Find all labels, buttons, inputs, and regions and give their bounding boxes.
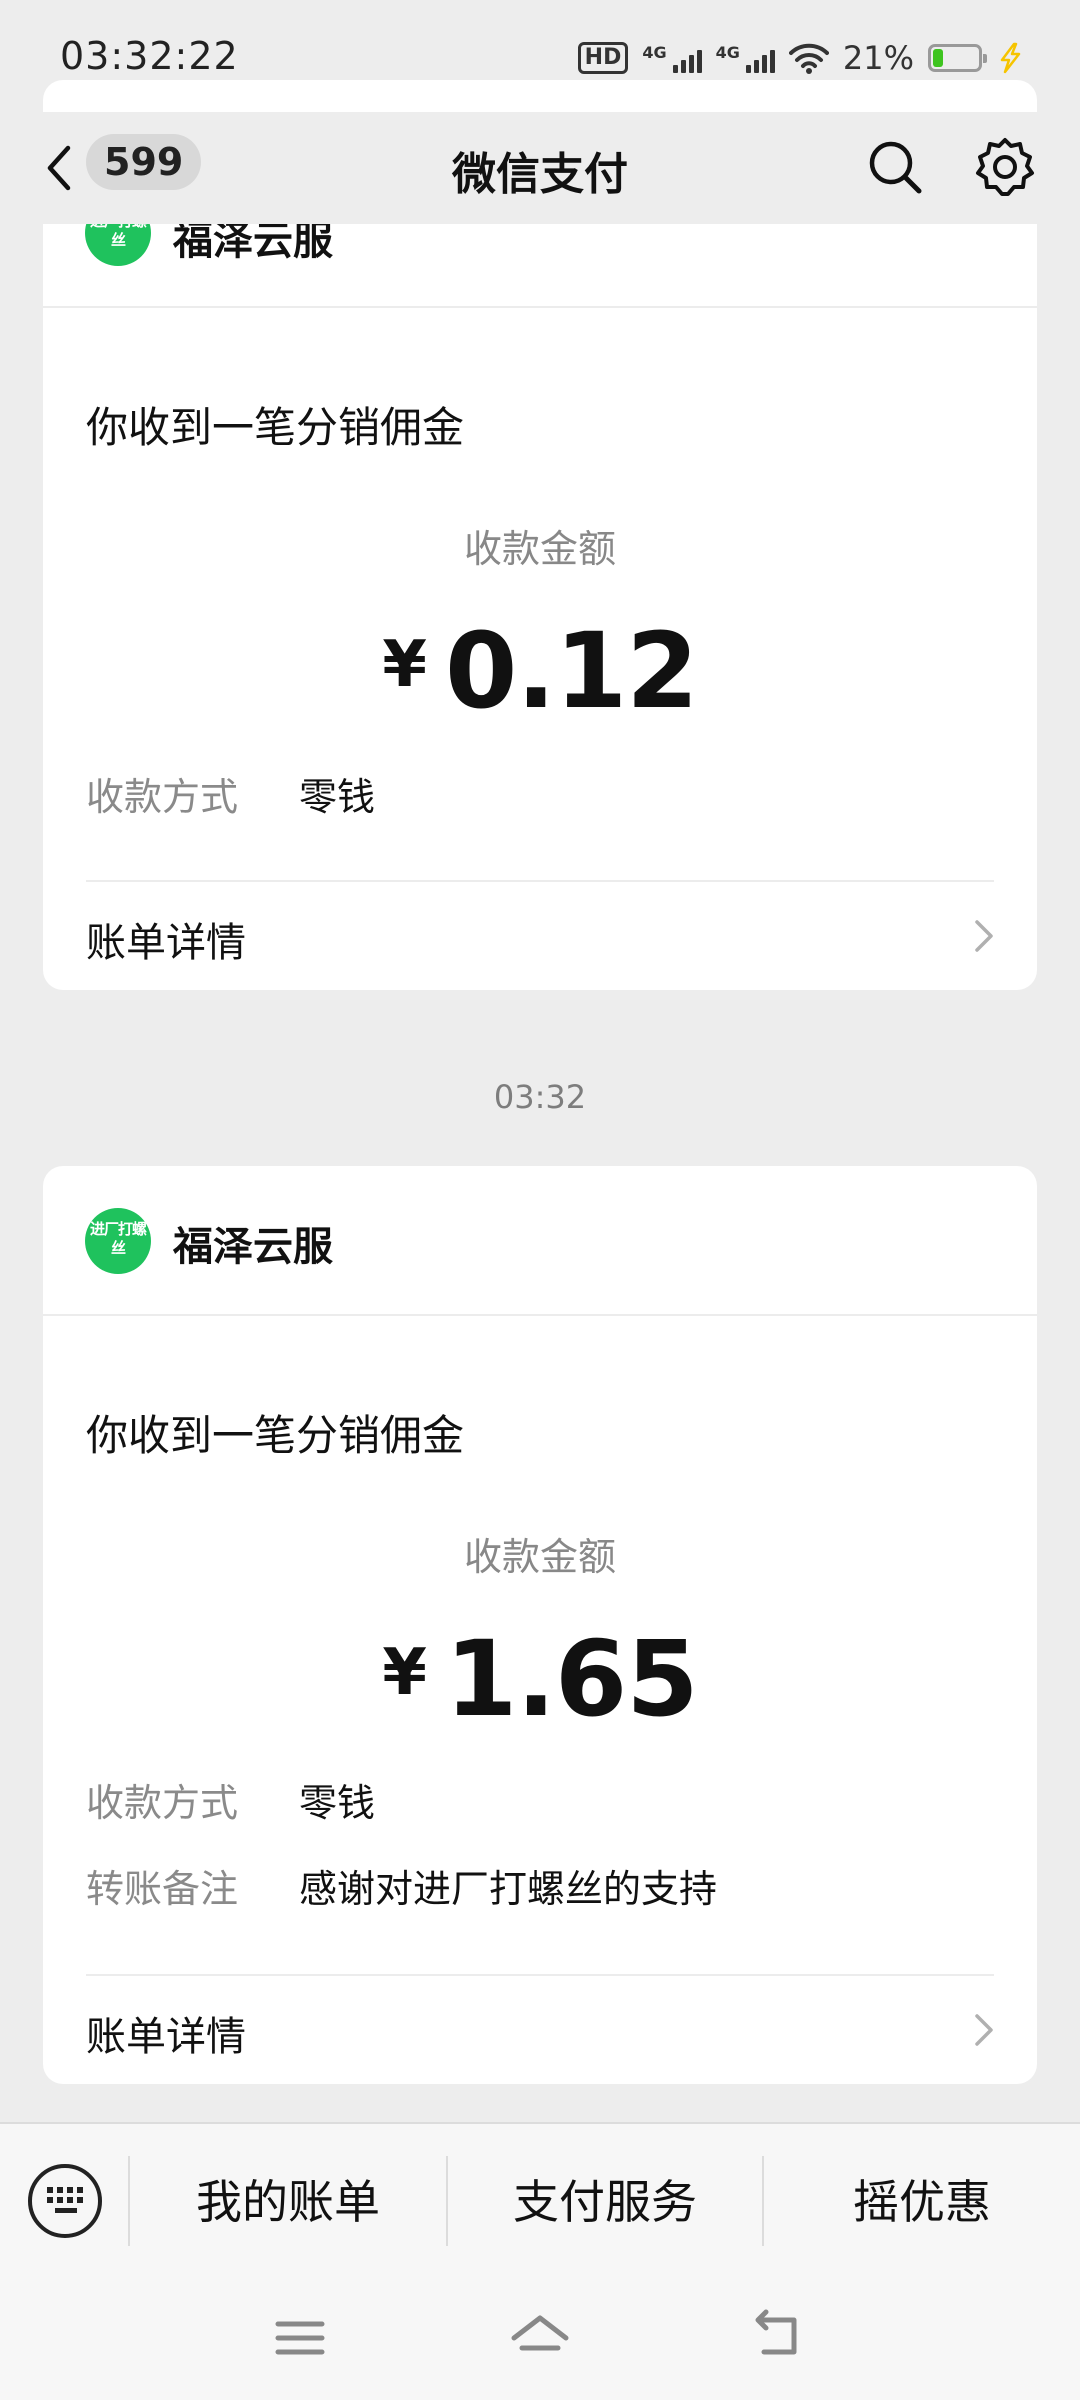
amount-value: ¥0.12 — [43, 610, 1037, 732]
search-icon[interactable] — [866, 138, 924, 196]
nav-bar: 599 微信支付 — [0, 112, 1080, 224]
bill-detail-label: 账单详情 — [86, 2014, 246, 2060]
payment-method-value: 零钱 — [299, 1781, 376, 1825]
amount-number: 1.65 — [444, 1618, 699, 1740]
transfer-note-label: 转账备注 — [86, 1867, 239, 1911]
bill-detail-label: 账单详情 — [86, 920, 246, 966]
bill-detail-row[interactable]: 账单详情 — [43, 1976, 1037, 2084]
amount-value: ¥1.65 — [43, 1618, 1037, 1740]
amount-label: 收款金额 — [463, 1535, 616, 1579]
chevron-right-icon — [975, 920, 993, 952]
currency-symbol: ¥ — [382, 628, 427, 702]
card-title: 你收到一笔分销佣金 — [86, 1411, 465, 1460]
system-nav-bar — [0, 2278, 1080, 2400]
charging-bolt-icon — [1000, 42, 1021, 74]
currency-symbol: ¥ — [382, 1636, 427, 1710]
merchant-logo: 进厂打螺丝 — [85, 1208, 151, 1274]
signal-1-icon: 4G — [642, 43, 702, 73]
payment-method-label: 收款方式 — [86, 775, 239, 819]
status-time: 03:32:22 — [60, 34, 239, 78]
merchant-header[interactable]: 进厂打螺丝 福泽云服 — [43, 1166, 1037, 1316]
wifi-icon — [788, 43, 829, 74]
gear-icon[interactable] — [974, 136, 1036, 198]
transfer-note-value: 感谢对进厂打螺丝的支持 — [299, 1867, 718, 1911]
menu-icon[interactable] — [270, 2308, 330, 2368]
merchant-name: 福泽云服 — [173, 1224, 333, 1270]
message-timestamp: 03:32 — [493, 1078, 587, 1116]
chevron-right-icon — [975, 2014, 993, 2046]
hd-voice-icon: HD — [577, 42, 629, 74]
battery-icon — [928, 44, 987, 72]
status-icons: HD 4G 4G 21% — [577, 34, 1024, 82]
payment-method-label: 收款方式 — [86, 1781, 239, 1825]
payment-method-value: 零钱 — [299, 775, 376, 819]
bottom-menu: 我的账单 支付服务 摇优惠 — [0, 2122, 1080, 2278]
home-icon[interactable] — [510, 2308, 570, 2368]
signal-2-icon: 4G — [716, 43, 775, 73]
amount-label: 收款金额 — [463, 527, 616, 571]
payment-card-2: 进厂打螺丝 福泽云服 你收到一笔分销佣金 收款金额 ¥1.65 收款方式 零钱 … — [43, 1166, 1037, 2084]
amount-number: 0.12 — [444, 610, 699, 732]
keyboard-icon[interactable] — [28, 2164, 102, 2238]
card-title: 你收到一笔分销佣金 — [86, 403, 465, 452]
menu-my-bills[interactable]: 我的账单 — [130, 2124, 446, 2280]
bill-detail-row[interactable]: 账单详情 — [43, 882, 1037, 990]
menu-shake-offers[interactable]: 摇优惠 — [764, 2124, 1080, 2280]
back-icon[interactable] — [750, 2308, 810, 2368]
menu-pay-services[interactable]: 支付服务 — [448, 2124, 762, 2280]
battery-percent: 21% — [842, 39, 914, 77]
